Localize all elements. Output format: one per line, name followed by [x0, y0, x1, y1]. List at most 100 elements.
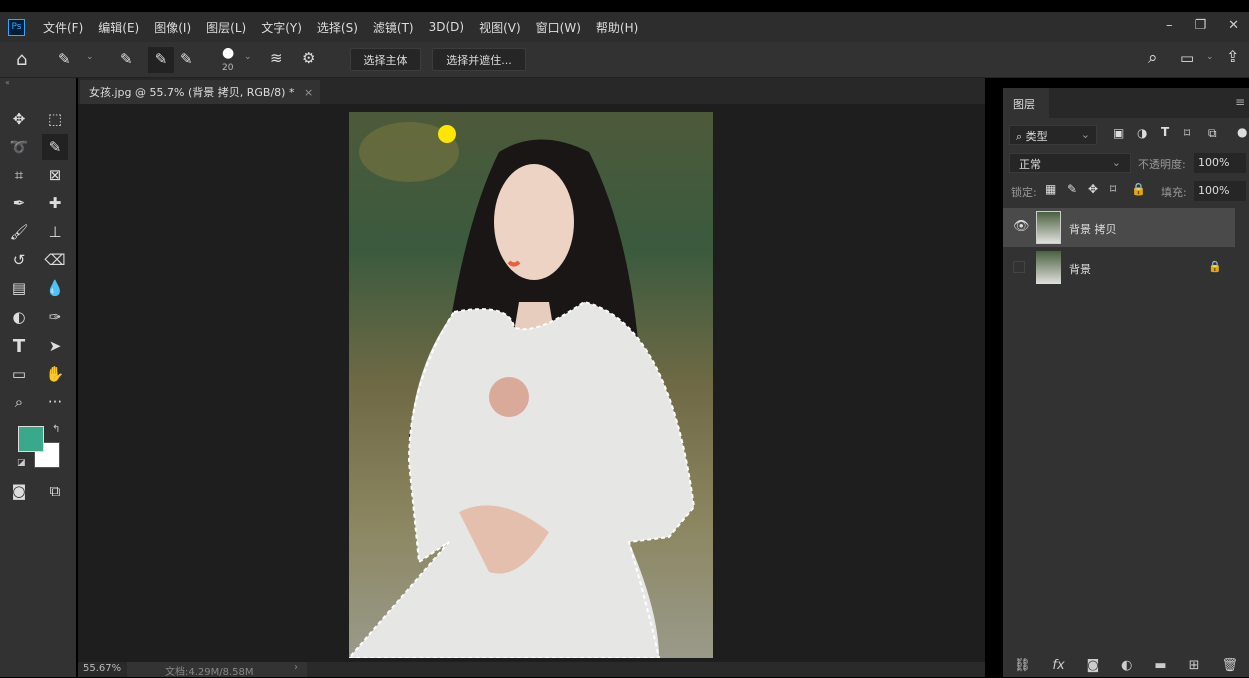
search-icon[interactable]: ⌕ — [1148, 48, 1158, 68]
quick-mask-icon[interactable]: ◙ — [6, 478, 32, 504]
chevron-down-icon[interactable]: ⌄ — [244, 52, 252, 62]
restore-icon[interactable]: ❐ — [1194, 18, 1206, 33]
subtract-selection-icon[interactable]: ✎ — [180, 50, 193, 68]
fill-label: 填充: — [1161, 186, 1187, 199]
layers-panel: 图层 ≡ ⌕ 类型 ⌄ ▣ ◑ T ⌑ ⧉ ● 正常 ⌄ 不透明度: 100% 锁定… — [1003, 88, 1249, 677]
filter-type-icon[interactable]: T — [1161, 125, 1169, 139]
visibility-toggle[interactable] — [1013, 261, 1025, 273]
fx-icon[interactable]: fx — [1052, 658, 1064, 673]
lock-transparency-icon[interactable]: ▦ — [1045, 182, 1056, 196]
select-and-mask-button[interactable]: 选择并遮住... — [432, 48, 526, 71]
menu-edit[interactable]: 编辑(E) — [98, 19, 139, 36]
new-selection-icon[interactable]: ✎ — [120, 50, 133, 68]
screen-mode-icon[interactable]: ⧉ — [42, 478, 68, 504]
default-colors-icon[interactable]: ◪ — [17, 458, 26, 468]
share-icon[interactable]: ⇪ — [1226, 47, 1239, 66]
swap-colors-icon[interactable]: ↰ — [52, 424, 60, 435]
document-tab[interactable]: 女孩.jpg @ 55.7% (背景 拷贝, RGB/8) * × — [80, 80, 320, 104]
lock-artboard-icon[interactable]: ⌑ — [1110, 182, 1116, 196]
quick-select-preset-icon[interactable]: ✎ — [58, 50, 71, 68]
filter-shape-icon[interactable]: ⌑ — [1184, 126, 1190, 140]
home-icon[interactable]: ⌂ — [16, 49, 27, 70]
gradient-tool-icon[interactable]: ▤ — [6, 275, 32, 301]
layers-tab[interactable]: 图层 — [1003, 88, 1049, 118]
menu-select[interactable]: 选择(S) — [317, 19, 358, 36]
lock-all-icon[interactable]: 🔒 — [1131, 182, 1146, 196]
collapse-icon[interactable]: « — [5, 78, 10, 87]
select-subject-button[interactable]: 选择主体 — [350, 48, 421, 71]
workspace-icon[interactable]: ▭ — [1180, 49, 1194, 67]
lock-pixels-icon[interactable]: ✎ — [1067, 182, 1077, 196]
menu-filter[interactable]: 滤镜(T) — [373, 19, 414, 36]
menu-layer[interactable]: 图层(L) — [206, 19, 246, 36]
frame-tool-icon[interactable]: ⊠ — [42, 162, 68, 188]
document-size: 文档:4.29M/8.58M — [127, 662, 307, 678]
rectangle-tool-icon[interactable]: ▭ — [6, 361, 32, 387]
filter-adjustment-icon[interactable]: ◑ — [1137, 126, 1147, 140]
options-bar: ⌂ ✎ ⌄ ✎ ✎ ✎ ● 20 ⌄ ≋ ⚙ 选择主体 选择并遮住... ⌕ ▭… — [0, 42, 1249, 78]
status-bar: 55.67% 文档:4.29M/8.58M › — [78, 662, 985, 678]
layer-thumbnail — [1036, 251, 1061, 284]
lasso-tool-icon[interactable]: ➰ — [6, 134, 32, 160]
zoom-level[interactable]: 55.67% — [83, 663, 121, 674]
menu-window[interactable]: 窗口(W) — [536, 19, 581, 36]
add-mask-icon[interactable]: ◙ — [1087, 658, 1100, 673]
new-layer-icon[interactable]: ⊞ — [1189, 658, 1200, 673]
opacity-label: 不透明度: — [1138, 158, 1186, 171]
more-tools-icon[interactable]: ··· — [42, 389, 68, 415]
delete-layer-icon[interactable]: 🗑 — [1221, 658, 1238, 673]
filter-kind-select[interactable]: ⌕ 类型 ⌄ — [1009, 125, 1097, 145]
menu-type[interactable]: 文字(Y) — [261, 19, 302, 36]
move-tool-icon[interactable]: ✥ — [6, 106, 32, 132]
eraser-tool-icon[interactable]: ⌫ — [42, 247, 68, 273]
eyedropper-tool-icon[interactable]: ✒ — [6, 190, 32, 216]
chevron-down-icon[interactable]: ⌄ — [1206, 52, 1214, 62]
document-image[interactable] — [349, 112, 713, 658]
foreground-color-swatch[interactable] — [18, 426, 44, 452]
lock-position-icon[interactable]: ✥ — [1088, 182, 1098, 196]
type-tool-icon[interactable]: T — [6, 333, 32, 359]
zoom-tool-icon[interactable]: ⌕ — [6, 389, 32, 415]
link-layers-icon[interactable]: ⛓ — [1014, 658, 1031, 673]
layer-name[interactable]: 背景 — [1069, 261, 1091, 277]
layer-row[interactable]: 👁 背景 拷贝 — [1003, 208, 1235, 247]
fill-input[interactable]: 100% — [1194, 181, 1246, 201]
filter-toggle[interactable]: ● — [1237, 125, 1247, 139]
add-to-selection-icon[interactable]: ✎ — [148, 47, 174, 73]
crop-tool-icon[interactable]: ⌗ — [6, 162, 32, 188]
opacity-input[interactable]: 100% — [1194, 153, 1246, 173]
sample-all-layers-icon[interactable]: ≋ — [270, 49, 283, 67]
marquee-tool-icon[interactable]: ⬚ — [42, 106, 68, 132]
enhance-edge-icon[interactable]: ⚙ — [302, 49, 315, 67]
close-tab-icon[interactable]: × — [304, 86, 313, 99]
dodge-tool-icon[interactable]: ◐ — [6, 304, 32, 330]
status-menu-arrow[interactable]: › — [294, 662, 298, 673]
menu-view[interactable]: 视图(V) — [479, 19, 521, 36]
stamp-tool-icon[interactable]: ⊥ — [42, 219, 68, 245]
close-icon[interactable]: ✕ — [1228, 18, 1239, 33]
quick-selection-tool-icon[interactable]: ✎ — [42, 134, 68, 160]
new-group-icon[interactable]: ▬ — [1154, 658, 1166, 673]
menu-3d[interactable]: 3D(D) — [429, 20, 464, 34]
menu-file[interactable]: 文件(F) — [43, 19, 83, 36]
panel-menu-icon[interactable]: ≡ — [1235, 95, 1245, 109]
history-brush-tool-icon[interactable]: ↺ — [6, 247, 32, 273]
chevron-down-icon[interactable]: ⌄ — [86, 52, 94, 62]
blend-mode-select[interactable]: 正常 ⌄ — [1009, 153, 1131, 173]
layer-name[interactable]: 背景 拷贝 — [1069, 221, 1117, 237]
blur-tool-icon[interactable]: 💧 — [42, 275, 68, 301]
brush-tip-icon[interactable]: ● — [222, 45, 234, 61]
healing-brush-tool-icon[interactable]: ✚ — [42, 190, 68, 216]
filter-pixel-icon[interactable]: ▣ — [1113, 126, 1124, 140]
menu-help[interactable]: 帮助(H) — [596, 19, 638, 36]
layer-row[interactable]: 背景 🔒 — [1003, 248, 1235, 287]
adjustment-layer-icon[interactable]: ◐ — [1121, 658, 1132, 673]
brush-tool-icon[interactable]: 🖌 — [6, 219, 32, 245]
visibility-eye-icon[interactable]: 👁 — [1013, 219, 1030, 234]
pen-tool-icon[interactable]: ✑ — [42, 304, 68, 330]
menu-image[interactable]: 图像(I) — [154, 19, 191, 36]
minimize-icon[interactable]: – — [1166, 18, 1173, 33]
path-selection-tool-icon[interactable]: ➤ — [42, 333, 68, 359]
hand-tool-icon[interactable]: ✋ — [42, 361, 68, 387]
filter-smart-object-icon[interactable]: ⧉ — [1208, 126, 1217, 141]
